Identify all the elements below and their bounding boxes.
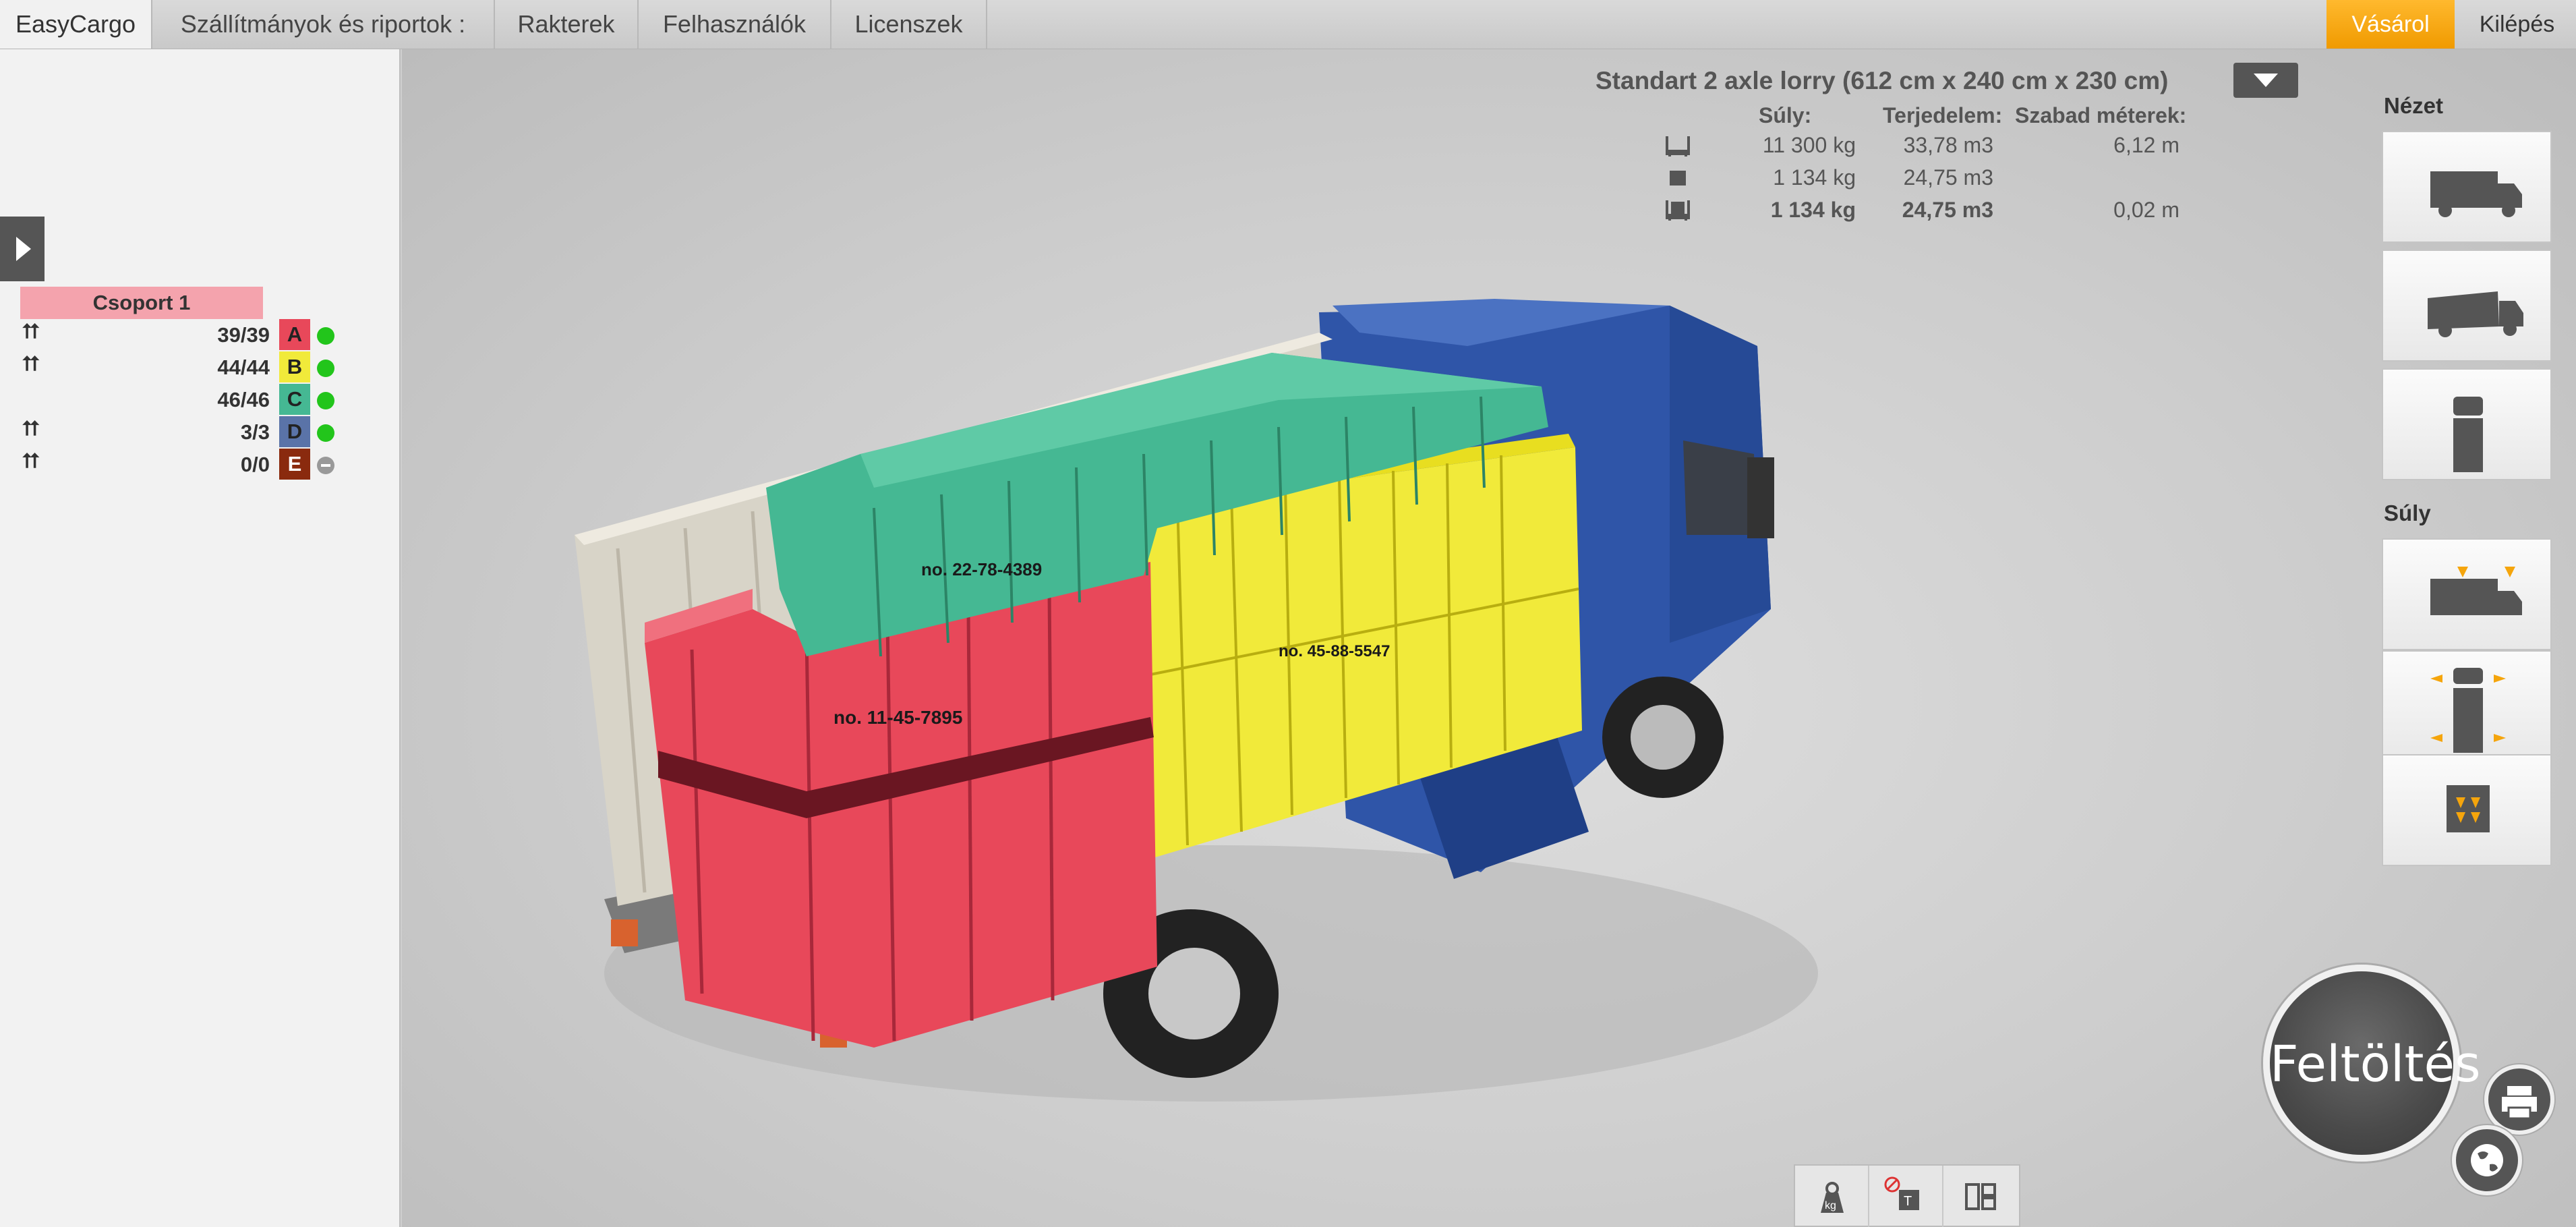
center-of-gravity-icon bbox=[2447, 785, 2490, 832]
cargo-count: 46/46 bbox=[217, 388, 270, 411]
logout-button[interactable]: Kilépés bbox=[2458, 0, 2576, 49]
buy-button[interactable]: Vásárol bbox=[2326, 0, 2455, 49]
weight-header: Súly: bbox=[1759, 103, 1812, 127]
pallet-capacity-icon bbox=[1666, 136, 1690, 156]
cargo-count: 44/44 bbox=[217, 355, 270, 379]
stackable-icon: ⮅ bbox=[23, 320, 39, 343]
weight-center-button[interactable] bbox=[2382, 754, 2552, 866]
weight-kg-icon: kg bbox=[1821, 1182, 1844, 1213]
free-meters-header: Szabad méterek: bbox=[2015, 103, 2187, 127]
3d-viewport[interactable]: no. 11-45-7895 no. 45-88-5547 no. 22-78-… bbox=[402, 49, 2576, 1227]
globe-icon bbox=[2471, 1144, 2503, 1176]
box-label-b: no. 45-88-5547 bbox=[1279, 642, 1390, 660]
cargo-count: 39/39 bbox=[217, 323, 270, 347]
view-top-button[interactable] bbox=[2382, 368, 2552, 480]
cargo-letter-badge: D bbox=[279, 416, 310, 447]
truck-dropdown-button[interactable] bbox=[2233, 63, 2298, 98]
volume-header: Terjedelem: bbox=[1883, 103, 2003, 127]
box-label-a: no. 11-45-7895 bbox=[833, 707, 962, 728]
cargo-row-b[interactable]: ⮅ 44/44 B bbox=[0, 351, 401, 384]
loaded-weight: 1 134 kg bbox=[1770, 198, 1856, 222]
capacity-weight: 11 300 kg bbox=[1762, 133, 1856, 157]
cargo-row-a[interactable]: ⮅ 39/39 A bbox=[0, 319, 401, 351]
loaded-cart-icon bbox=[1666, 200, 1690, 221]
cargo-letter-badge: E bbox=[279, 449, 310, 480]
label-display-toggle[interactable]: T bbox=[1869, 1166, 1943, 1227]
tab-easycargo[interactable]: EasyCargo bbox=[0, 0, 152, 49]
view-section-label: Nézet bbox=[2384, 93, 2444, 118]
tab-users[interactable]: Felhasználók bbox=[639, 0, 831, 49]
language-button[interactable] bbox=[2452, 1125, 2522, 1195]
weight-axle-button[interactable] bbox=[2382, 538, 2552, 650]
status-green-icon bbox=[317, 360, 334, 377]
split-view-icon bbox=[1965, 1183, 1996, 1210]
view-side-button[interactable] bbox=[2382, 131, 2552, 243]
cargo-count: 0/0 bbox=[240, 453, 270, 476]
status-green-icon bbox=[317, 424, 334, 442]
tab-shipments-reports[interactable]: Szállítmányok és riportok : bbox=[152, 0, 495, 49]
status-green-icon bbox=[317, 392, 334, 409]
cargo-weight: 1 134 kg bbox=[1773, 165, 1856, 190]
truck-side-view-icon bbox=[2430, 171, 2522, 217]
box-label-c: no. 22-78-4389 bbox=[921, 559, 1042, 579]
upload-label: Feltöltés bbox=[2270, 1035, 2481, 1093]
print-button[interactable] bbox=[2484, 1064, 2554, 1135]
stackable-icon: ⮅ bbox=[23, 353, 39, 375]
svg-text:T: T bbox=[1904, 1194, 1912, 1209]
loaded-free-meters: 0,02 m bbox=[2113, 198, 2179, 222]
cargo-row-d[interactable]: ⮅ 3/3 D bbox=[0, 416, 401, 449]
group-header[interactable]: Csoport 1 bbox=[20, 287, 263, 319]
tab-licenses[interactable]: Licenszek bbox=[831, 0, 987, 49]
top-tab-bar: EasyCargo Szállítmányok és riportok : Ra… bbox=[0, 0, 2576, 49]
stackable-icon: ⮅ bbox=[23, 450, 39, 472]
cargo-letter-badge: C bbox=[279, 384, 310, 415]
cargo-letter-badge: A bbox=[279, 319, 310, 350]
bottom-toolbar: kg T bbox=[1794, 1164, 2020, 1227]
weight-section-label: Súly bbox=[2384, 501, 2431, 525]
cargo-row-e[interactable]: ⮅ 0/0 E bbox=[0, 449, 401, 481]
cargo-count: 3/3 bbox=[240, 420, 270, 444]
cargo-groups-panel: Csoport 1 ⮅ 39/39 A ⮅ 44/44 B 46/46 C ⮅ … bbox=[0, 49, 401, 1227]
truck-3d-render[interactable]: no. 11-45-7895 no. 45-88-5547 no. 22-78-… bbox=[402, 49, 2576, 1227]
weight-balance-button[interactable] bbox=[2382, 650, 2552, 762]
capacity-volume: 33,78 m3 bbox=[1903, 133, 1993, 157]
truck-top-view-icon bbox=[2453, 397, 2483, 472]
svg-text:kg: kg bbox=[1825, 1200, 1836, 1211]
box-icon bbox=[1670, 171, 1686, 186]
truck-title: Standart 2 axle lorry (612 cm x 240 cm x… bbox=[1596, 67, 2169, 94]
expand-panel-button[interactable] bbox=[0, 217, 45, 281]
cargo-volume: 24,75 m3 bbox=[1903, 165, 1993, 190]
truck-perspective-icon bbox=[2428, 291, 2523, 337]
cargo-letter-badge: B bbox=[279, 351, 310, 382]
view-perspective-button[interactable] bbox=[2382, 250, 2552, 362]
balance-icon bbox=[2430, 668, 2506, 753]
status-none-icon bbox=[317, 457, 334, 474]
loaded-volume: 24,75 m3 bbox=[1902, 198, 1993, 222]
axle-load-icon bbox=[2430, 567, 2522, 615]
capacity-free-meters: 6,12 m bbox=[2113, 133, 2179, 157]
weight-display-toggle[interactable]: kg bbox=[1795, 1166, 1869, 1227]
cargo-row-c[interactable]: 46/46 C bbox=[0, 384, 401, 416]
upload-button[interactable]: Feltöltés bbox=[2263, 965, 2481, 1162]
label-off-icon: T bbox=[1884, 1176, 1919, 1210]
tab-cargo-spaces[interactable]: Rakterek bbox=[495, 0, 639, 49]
print-icon bbox=[2502, 1086, 2537, 1120]
layout-toggle[interactable] bbox=[1943, 1166, 2018, 1227]
status-green-icon bbox=[317, 327, 334, 345]
stackable-icon: ⮅ bbox=[23, 418, 39, 440]
